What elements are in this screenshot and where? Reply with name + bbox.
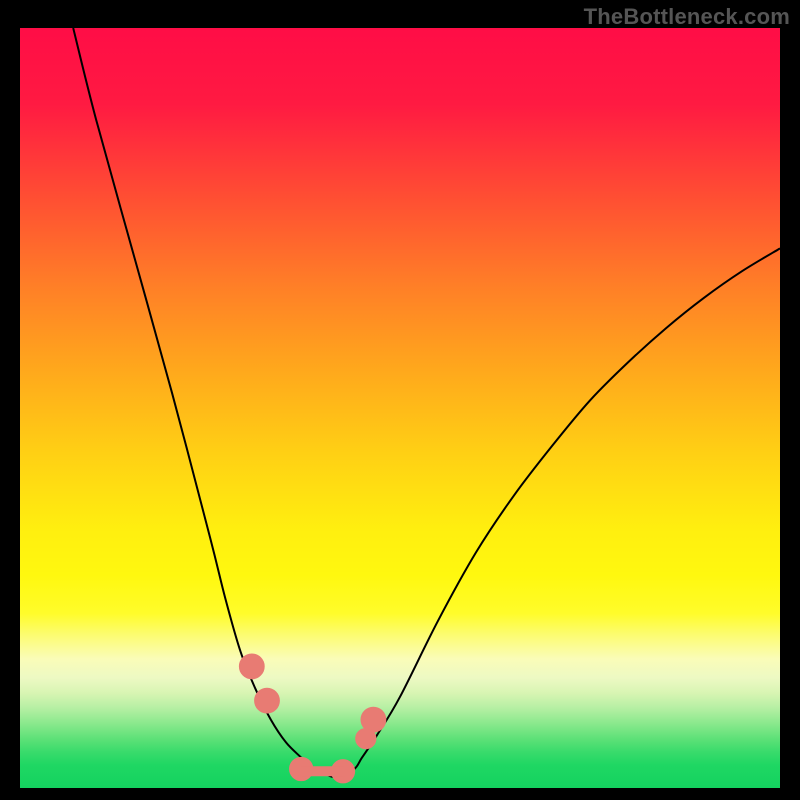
left-marker-lower — [255, 688, 279, 712]
marker-group — [240, 654, 386, 782]
right-curve — [339, 248, 780, 776]
chart-svg — [20, 28, 780, 788]
left-curve — [73, 28, 339, 777]
right-marker-lower — [356, 729, 376, 749]
plot-area — [20, 28, 780, 788]
left-marker-upper — [240, 654, 264, 678]
chart-viewport: TheBottleneck.com — [0, 0, 800, 800]
watermark-label: TheBottleneck.com — [584, 4, 790, 30]
